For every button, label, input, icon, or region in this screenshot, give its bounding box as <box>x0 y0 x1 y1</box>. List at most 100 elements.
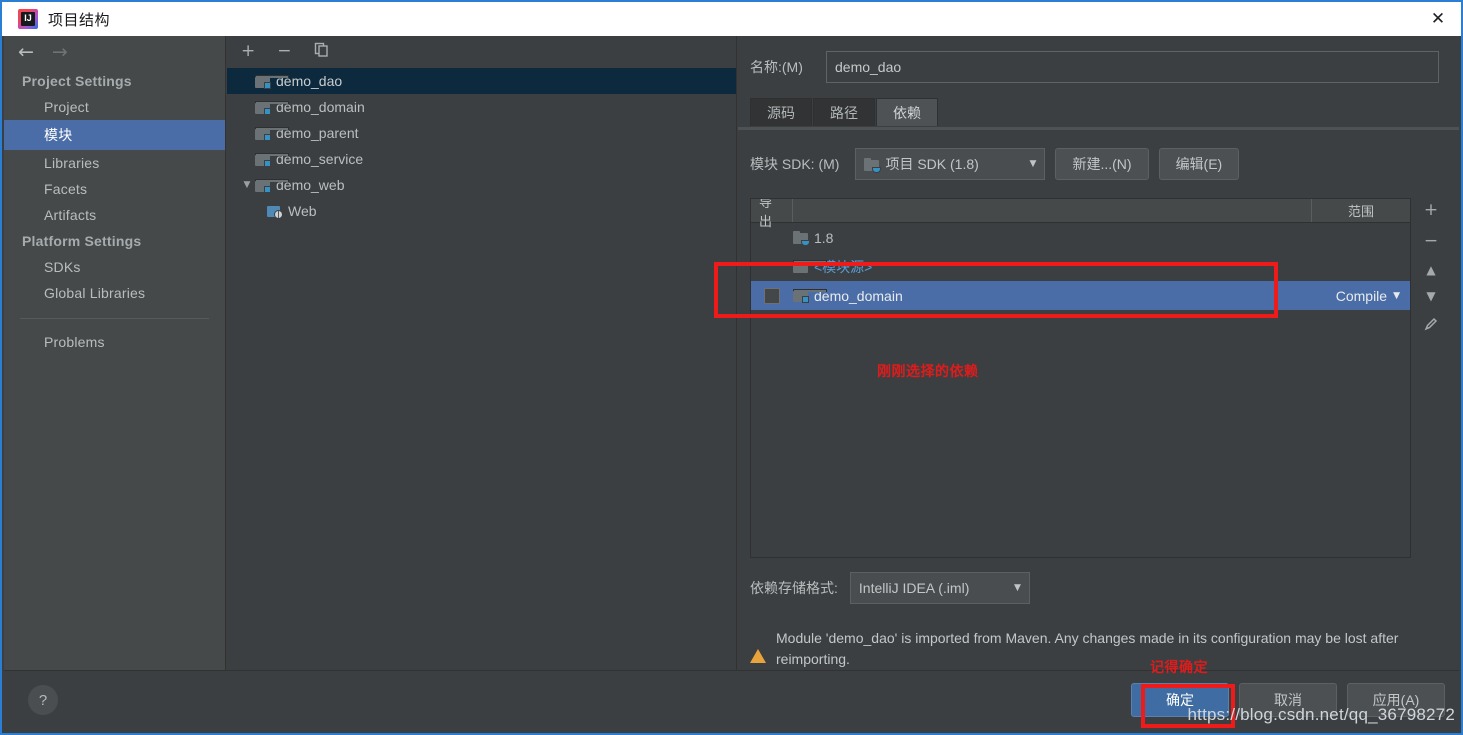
dependencies-table-body: 1.8 <模块源> demo_domain Compile ▼ 刚刚选择的依赖 <box>751 223 1410 557</box>
move-up-icon[interactable]: ▲ <box>1426 264 1435 276</box>
tabs-underline <box>738 127 1459 130</box>
sidebar-item-problems[interactable]: Problems <box>4 329 225 355</box>
tree-row[interactable]: ▼ demo_web <box>227 172 736 198</box>
tree-row-label: Web <box>288 203 317 219</box>
new-sdk-label: 新建...(N) <box>1072 156 1132 172</box>
dependency-scope-dropdown[interactable]: Compile ▼ <box>1298 288 1410 304</box>
sidebar-group-platform-settings: Platform Settings SDKs Global Libraries <box>4 228 225 306</box>
module-name-label: 名称:(M) <box>750 59 803 75</box>
dependency-storage-value: IntelliJ IDEA (.iml) <box>858 580 970 596</box>
sidebar-item-modules[interactable]: 模块 <box>4 120 225 150</box>
maven-warning-text: Module 'demo_dao' is imported from Maven… <box>776 630 1399 667</box>
chevron-down-icon: ▼ <box>1013 583 1021 593</box>
dependencies-area: 导出 范围 1.8 <模块源> demo_domain Compile ▼ 刚刚… <box>750 198 1451 558</box>
sdk-icon <box>864 157 882 173</box>
column-header-export[interactable]: 导出 <box>751 199 793 229</box>
dependency-name: 1.8 <box>814 229 834 246</box>
module-icon <box>255 126 289 141</box>
add-dependency-icon[interactable]: + <box>1424 202 1438 219</box>
tab-paths[interactable]: 路径 <box>813 98 875 126</box>
edit-sdk-button[interactable]: 编辑(E) <box>1158 148 1240 180</box>
tree-row[interactable]: demo_service <box>227 146 736 172</box>
help-button[interactable]: ? <box>28 685 58 715</box>
chevron-down-icon: ▼ <box>1029 159 1037 169</box>
dependency-storage-label: 依赖存储格式: <box>750 580 838 596</box>
module-name-row: 名称:(M) <box>750 50 1439 84</box>
tree-row[interactable]: demo_dao <box>227 68 736 94</box>
dependencies-side-toolbar: + − ▲ ▼ <box>1411 198 1451 558</box>
detail-tabs: 源码 路径 依赖 <box>738 98 1459 130</box>
column-header-name[interactable] <box>793 199 1312 222</box>
watermark: https://blog.csdn.net/qq_36798272 <box>1187 705 1455 724</box>
project-structure-dialog: IJ 项目结构 ✕ ← → Project Settings Project 模… <box>0 0 1463 735</box>
module-icon <box>255 178 289 193</box>
sdk-icon <box>793 231 810 246</box>
export-checkbox[interactable] <box>764 287 780 304</box>
sidebar-item-project[interactable]: Project <box>4 94 225 120</box>
export-checkbox-cell[interactable] <box>751 287 793 304</box>
edit-sdk-label: 编辑(E) <box>1175 156 1223 172</box>
settings-sidebar: ← → Project Settings Project 模块 Librarie… <box>4 36 226 670</box>
module-tree-list: demo_dao demo_domain demo_parent demo_se… <box>227 66 736 224</box>
sidebar-item-sdks[interactable]: SDKs <box>4 254 225 280</box>
dependency-storage-dropdown[interactable]: IntelliJ IDEA (.iml) ▼ <box>849 572 1030 604</box>
sidebar-navigation: ← → <box>4 36 225 68</box>
module-sdk-label: 模块 SDK: (M) <box>750 156 840 172</box>
intellij-idea-icon: IJ <box>18 9 38 29</box>
dependencies-table-header: 导出 范围 <box>751 199 1410 229</box>
tree-row-label: demo_service <box>276 151 364 167</box>
warning-icon: ! <box>750 632 766 663</box>
web-facet-icon <box>267 205 283 219</box>
module-detail-pane: 名称:(M) 源码 路径 依赖 模块 SDK: (M) 项目 SDK (1.8)… <box>738 36 1459 670</box>
close-icon[interactable]: ✕ <box>1415 2 1461 36</box>
module-icon <box>255 100 289 115</box>
remove-module-icon[interactable]: − <box>277 42 291 60</box>
module-icon <box>793 260 827 273</box>
module-tree-panel: + − demo_dao demo_domain demo_parent dem… <box>227 36 737 670</box>
sidebar-item-global-libraries[interactable]: Global Libraries <box>4 280 225 306</box>
add-module-icon[interactable]: + <box>241 42 255 60</box>
tree-row[interactable]: demo_parent <box>227 120 736 146</box>
remove-dependency-icon[interactable]: − <box>1424 233 1438 250</box>
sidebar-group-label: Platform Settings <box>22 233 142 249</box>
tree-row[interactable]: Web <box>227 198 736 224</box>
forward-arrow-icon[interactable]: → <box>52 42 68 62</box>
dependency-scope-value: Compile <box>1335 287 1388 304</box>
tree-twisty-expanded-icon[interactable]: ▼ <box>239 180 255 190</box>
module-icon <box>255 152 289 167</box>
move-down-icon[interactable]: ▼ <box>1426 290 1435 302</box>
copy-module-icon[interactable] <box>314 42 329 61</box>
sidebar-item-facets[interactable]: Facets <box>4 176 225 202</box>
tab-dependencies[interactable]: 依赖 <box>876 98 938 126</box>
sidebar-divider <box>20 318 209 319</box>
module-icon <box>255 74 289 89</box>
tree-row-label: demo_domain <box>276 99 365 115</box>
module-icon <box>793 289 827 303</box>
module-sdk-value: 项目 SDK (1.8) <box>885 156 979 172</box>
new-sdk-button[interactable]: 新建...(N) <box>1055 148 1149 180</box>
chevron-down-icon: ▼ <box>1393 290 1400 301</box>
dependency-storage-row: 依赖存储格式: IntelliJ IDEA (.iml) ▼ <box>750 572 1030 604</box>
module-name-input[interactable] <box>826 51 1439 83</box>
sidebar-group-label: Project Settings <box>22 73 132 89</box>
column-header-scope[interactable]: 范围 <box>1312 199 1410 222</box>
annotation-confirm-note: 记得确定 <box>1150 659 1208 675</box>
maven-warning: ! Module 'demo_dao' is imported from Mav… <box>750 628 1441 670</box>
window-title: 项目结构 <box>48 11 111 29</box>
module-tree-toolbar: + − <box>227 36 736 66</box>
sidebar-item-libraries[interactable]: Libraries <box>4 150 225 176</box>
module-sdk-dropdown[interactable]: 项目 SDK (1.8) ▼ <box>855 148 1046 180</box>
dependencies-table: 导出 范围 1.8 <模块源> demo_domain Compile ▼ 刚刚… <box>750 198 1411 558</box>
tab-sources[interactable]: 源码 <box>750 98 812 126</box>
table-row[interactable]: demo_domain Compile ▼ <box>751 281 1410 310</box>
sidebar-item-artifacts[interactable]: Artifacts <box>4 202 225 228</box>
back-arrow-icon[interactable]: ← <box>18 42 34 62</box>
edit-pencil-icon[interactable] <box>1423 316 1439 336</box>
title-bar: IJ 项目结构 ✕ <box>2 0 1461 36</box>
table-row[interactable]: 1.8 <box>751 223 1410 252</box>
tree-row[interactable]: demo_domain <box>227 94 736 120</box>
module-sdk-row: 模块 SDK: (M) 项目 SDK (1.8) ▼ 新建...(N) 编辑(E… <box>750 148 1459 180</box>
sidebar-group-project-settings: Project Settings Project 模块 Libraries Fa… <box>4 68 225 228</box>
table-row[interactable]: <模块源> <box>751 252 1410 281</box>
annotation-dependency-note: 刚刚选择的依赖 <box>877 363 979 379</box>
